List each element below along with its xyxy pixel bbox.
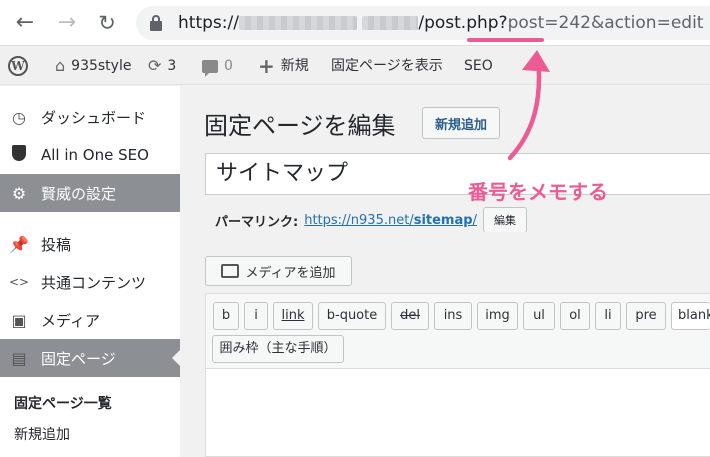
camera-icon [221, 264, 240, 278]
media-icon: ▣ [11, 310, 27, 330]
sidebar-item-common-contents[interactable]: <> 共通コンテンツ [0, 263, 180, 301]
permalink-label: パーマリンク: [215, 214, 299, 230]
edit-slug-button[interactable]: 編集 [482, 207, 527, 233]
annotation-arrow [507, 50, 550, 161]
view-page-label: 固定ページを表示 [331, 58, 443, 74]
add-new-button[interactable]: 新規追加 [422, 107, 500, 139]
new-content-link[interactable]: + 新規 [258, 47, 309, 85]
pin-icon: 📌 [9, 234, 29, 254]
sidebar-item-dashboard[interactable]: ◷ ダッシュボード [0, 98, 180, 136]
browser-toolbar: ← → ↻ https:// /post.php?post=242&action… [0, 0, 710, 46]
address-bar[interactable]: https:// /post.php?post=242&action=edit [136, 6, 710, 40]
sidebar-item-label: 固定ページ [41, 349, 116, 368]
permalink-trailing: / [472, 212, 477, 228]
qt-italic-button[interactable]: i [244, 302, 268, 330]
url-query-post: post=242 [507, 13, 591, 33]
sidebar-item-label: All in One SEO [41, 146, 149, 164]
qt-ul-button[interactable]: ul [523, 302, 555, 330]
sidebar-item-label: 賢威の設定 [41, 184, 117, 203]
add-media-label: メディアを追加 [245, 265, 336, 281]
comments-count: 0 [224, 58, 233, 74]
annotation-note: 番号をメモする [468, 180, 608, 204]
qt-img-button[interactable]: img [477, 302, 518, 330]
sidebar-item-posts[interactable]: 📌 投稿 [0, 225, 180, 263]
qt-blank-button[interactable]: blank [671, 302, 710, 330]
qt-frame-steps-button[interactable]: 囲み枠（主な手順） [212, 335, 344, 363]
qt-pre-button[interactable]: pre [626, 302, 666, 330]
permalink-row: パーマリンク: https://n935.net/sitemap/ 編集 [215, 207, 527, 233]
sidebar-item-label: 投稿 [41, 235, 72, 254]
site-name: 935style [71, 58, 132, 74]
code-icon: <> [9, 275, 30, 289]
url-scheme: https:// [178, 13, 239, 33]
url-blurred-domain-part1 [238, 16, 357, 30]
site-name-link[interactable]: ⌂ 935style [55, 47, 131, 85]
lock-icon [150, 15, 162, 31]
view-page-link[interactable]: 固定ページを表示 [331, 47, 443, 85]
wp-admin-bar: W ⌂ 935style ⟳ 3 0 + 新規 固定ページを表示 SEO [0, 47, 710, 85]
home-icon: ⌂ [55, 56, 66, 75]
sidebar-item-media[interactable]: ▣ メディア [0, 301, 180, 339]
permalink-link[interactable]: https://n935.net/sitemap/ [304, 213, 477, 228]
page-icon: ▤ [11, 348, 27, 368]
url-query-action: &action=edit [590, 13, 704, 33]
admin-sidebar: ◷ ダッシュボード All in One SEO ⚙ 賢威の設定 📌 投稿 <>… [0, 86, 180, 457]
new-label: 新規 [280, 58, 309, 74]
content-textarea[interactable] [205, 369, 710, 457]
qt-link-button[interactable]: link [273, 302, 313, 330]
qt-bold-button[interactable]: b [213, 302, 239, 330]
add-media-button[interactable]: メディアを追加 [205, 256, 352, 286]
qt-del-button[interactable]: del [391, 302, 429, 330]
seo-menu-link[interactable]: SEO [464, 47, 493, 85]
sidebar-item-pages[interactable]: ▤ 固定ページ [0, 339, 180, 377]
sidebar-item-label: 共通コンテンツ [41, 273, 147, 292]
comment-bubble-icon [202, 59, 218, 77]
post-title-input[interactable]: サイトマップ [205, 153, 710, 195]
shield-icon [9, 145, 29, 165]
forward-arrow-icon[interactable]: → [54, 10, 80, 36]
url-path: /post.php? [418, 13, 508, 33]
sidebar-item-keni-settings[interactable]: ⚙ 賢威の設定 [0, 174, 180, 212]
sidebar-item-label: メディア [41, 311, 100, 330]
updates-count: 3 [167, 58, 177, 74]
dashboard-icon: ◷ [12, 107, 26, 127]
qt-bquote-button[interactable]: b-quote [318, 302, 386, 330]
plus-icon: + [258, 54, 275, 78]
url-blurred-domain-part2 [362, 16, 419, 30]
qt-ins-button[interactable]: ins [434, 302, 472, 330]
back-arrow-icon[interactable]: ← [12, 10, 38, 36]
permalink-base: https://n935.net/ [304, 212, 414, 228]
permalink-slug: sitemap [413, 212, 473, 228]
wordpress-logo-icon[interactable]: W [8, 47, 28, 85]
url-text[interactable]: https:// /post.php?post=242&action=edit [178, 12, 703, 34]
sidebar-item-label: ダッシュボード [41, 108, 147, 127]
sidebar-item-all-in-one-seo[interactable]: All in One SEO [0, 136, 180, 174]
refresh-icon: ⟳ [148, 56, 162, 75]
gear-icon: ⚙ [11, 183, 27, 203]
qt-ol-button[interactable]: ol [560, 302, 590, 330]
qt-li-button[interactable]: li [595, 302, 621, 330]
updates-link[interactable]: ⟳ 3 [148, 47, 176, 85]
comments-link[interactable]: 0 [202, 47, 233, 85]
reload-icon[interactable]: ↻ [94, 10, 120, 36]
page-title: 固定ページを編集 [204, 112, 396, 140]
submenu-all-pages[interactable]: 固定ページ一覧 [14, 393, 112, 413]
seo-label: SEO [464, 58, 493, 74]
submenu-add-new[interactable]: 新規追加 [14, 424, 70, 444]
